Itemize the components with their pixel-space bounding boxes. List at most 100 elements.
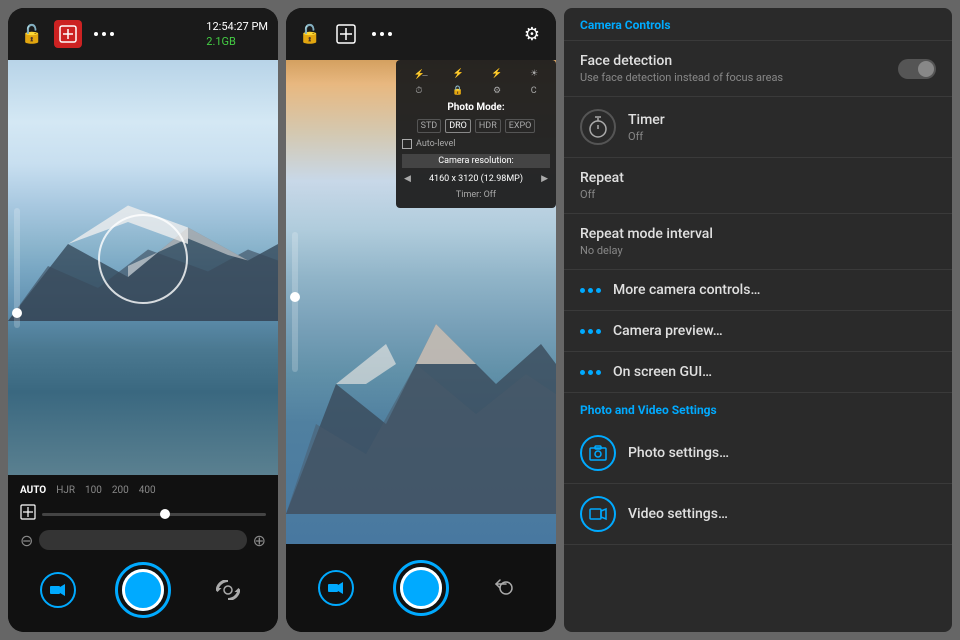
side-slider[interactable] — [14, 208, 20, 328]
zoom-minus-icon[interactable]: ⊖ — [20, 531, 33, 550]
photo-video-section-label: Photo and Video Settings — [564, 393, 952, 423]
repeat-interval-subtitle: No delay — [580, 244, 936, 257]
lock-icon[interactable]: 🔒 — [452, 86, 463, 96]
phone2-capture-inner — [400, 567, 442, 609]
timer-subtitle: Off — [628, 130, 936, 143]
phone2-header: 🔓 ⚙ — [286, 8, 556, 60]
iso-hjr[interactable]: HJR — [56, 485, 75, 496]
face-detection-subtitle: Use face detection instead of focus area… — [580, 71, 886, 84]
timer-title: Timer — [628, 112, 936, 128]
timer-icon — [580, 109, 616, 145]
flash-off-icon[interactable]: ⚡̶ — [414, 69, 425, 80]
face-detection-title: Face detection — [580, 53, 886, 69]
camera-preview-dots-icon — [580, 329, 601, 334]
phone2-exposure-icon[interactable] — [332, 20, 360, 48]
photo-settings-item[interactable]: Photo settings… — [564, 423, 952, 484]
switch-camera-button[interactable] — [210, 572, 246, 608]
phone1-camera-view — [8, 60, 278, 475]
settings-small-icon[interactable]: ⚙ — [493, 86, 501, 96]
iso-200[interactable]: 200 — [112, 485, 129, 496]
repeat-interval-title: Repeat mode interval — [580, 226, 936, 242]
popup-title: Photo Mode: — [402, 99, 550, 116]
exposure-slider[interactable] — [42, 513, 266, 516]
iso-100[interactable]: 100 — [85, 485, 102, 496]
mode-hdr[interactable]: HDR — [475, 119, 501, 133]
video-button[interactable] — [40, 572, 76, 608]
mode-expo[interactable]: EXPO — [505, 119, 536, 133]
main-container: 🔓 12:54:27 PM — [0, 0, 960, 640]
photo-settings-icon — [580, 435, 616, 471]
more-camera-controls-item[interactable]: More camera controls… — [564, 270, 952, 311]
unlock-icon[interactable]: 🔓 — [18, 20, 46, 48]
camera-preview-text: Camera preview… — [613, 323, 936, 339]
resolution-value: 4160 x 3120 (12.98MP) — [427, 172, 525, 186]
on-screen-gui-item[interactable]: On screen GUI… — [564, 352, 952, 393]
capture-button-inner — [122, 569, 164, 611]
exposure-adjust-icon[interactable] — [20, 504, 36, 524]
color-icon[interactable]: C — [531, 86, 537, 96]
phone2-capture-button[interactable] — [393, 560, 449, 616]
phone1-mountain-bg — [8, 60, 278, 475]
face-detection-item[interactable]: Face detection Use face detection instea… — [564, 41, 952, 97]
popup-modes: STD DRO HDR EXPO — [402, 116, 550, 136]
time-display: 12:54:27 PM — [206, 19, 268, 34]
more-camera-controls-text: More camera controls… — [613, 282, 936, 298]
iso-400[interactable]: 400 — [139, 485, 156, 496]
timer-small-icon[interactable]: ⏱ — [415, 86, 422, 96]
auto-level-label: Auto-level — [416, 139, 455, 149]
phone2-settings-icon[interactable]: ⚙ — [518, 20, 546, 48]
repeat-interval-item[interactable]: Repeat mode interval No delay — [564, 214, 952, 270]
video-settings-text: Video settings… — [628, 506, 936, 522]
phone2-bottom-bar — [286, 544, 556, 632]
repeat-subtitle: Off — [580, 188, 936, 201]
photo-settings-title: Photo settings… — [628, 445, 936, 461]
more-controls-dots-icon — [580, 288, 601, 293]
on-screen-gui-title: On screen GUI… — [613, 364, 936, 380]
phone2-video-button[interactable] — [318, 570, 354, 606]
repeat-interval-text: Repeat mode interval No delay — [580, 226, 936, 257]
exposure-row — [20, 504, 266, 524]
repeat-item[interactable]: Repeat Off — [564, 158, 952, 214]
video-settings-item[interactable]: Video settings… — [564, 484, 952, 545]
face-detection-text: Face detection Use face detection instea… — [580, 53, 886, 84]
phone-panel-2: 🔓 ⚙ — [286, 8, 556, 632]
timer-item[interactable]: Timer Off — [564, 97, 952, 158]
phone1-header: 🔓 12:54:27 PM — [8, 8, 278, 60]
phone2-unlock-icon[interactable]: 🔓 — [296, 20, 324, 48]
flash-on-icon[interactable]: ⚡ — [491, 69, 502, 80]
video-settings-icon — [580, 496, 616, 532]
more-camera-controls-title: More camera controls… — [613, 282, 936, 298]
on-screen-gui-text: On screen GUI… — [613, 364, 936, 380]
zoom-plus-icon[interactable]: ⊕ — [253, 531, 266, 550]
zoom-bar[interactable] — [39, 530, 246, 550]
timer-text: Timer Off — [628, 112, 936, 143]
repeat-text: Repeat Off — [580, 170, 936, 201]
torch-icon[interactable]: ☀ — [530, 69, 538, 80]
iso-auto[interactable]: AUTO — [20, 485, 46, 496]
mode-std[interactable]: STD — [417, 119, 442, 133]
auto-level-row: Auto-level — [402, 136, 550, 152]
exposure-icon[interactable] — [54, 20, 82, 48]
phone2-more-icon[interactable] — [368, 20, 396, 48]
timer-value: Timer: Off — [402, 188, 550, 202]
phone2-side-slider[interactable] — [292, 232, 298, 372]
face-detection-toggle[interactable] — [898, 59, 936, 79]
camera-preview-item[interactable]: Camera preview… — [564, 311, 952, 352]
phone2-header-left-icons: 🔓 — [296, 20, 396, 48]
focus-circle — [98, 214, 188, 304]
phone1-status: 12:54:27 PM 2.1GB — [202, 19, 268, 50]
side-slider-thumb — [12, 308, 22, 318]
flash-auto-icon[interactable]: ⚡ — [453, 69, 464, 80]
phone1-camera-buttons — [20, 556, 266, 624]
camera-preview-title: Camera preview… — [613, 323, 936, 339]
capture-button[interactable] — [115, 562, 171, 618]
controls-header: Camera Controls — [564, 8, 952, 41]
phone2-switch-camera-button[interactable] — [488, 570, 524, 606]
mode-dro[interactable]: DRO — [445, 119, 471, 133]
auto-level-checkbox[interactable] — [402, 139, 412, 149]
controls-panel: Camera Controls Face detection Use face … — [564, 8, 952, 632]
iso-row: AUTO HJR 100 200 400 — [20, 483, 266, 498]
zoom-row: ⊖ ⊕ — [20, 530, 266, 550]
exposure-slider-thumb — [160, 509, 170, 519]
more-icon[interactable] — [90, 20, 118, 48]
